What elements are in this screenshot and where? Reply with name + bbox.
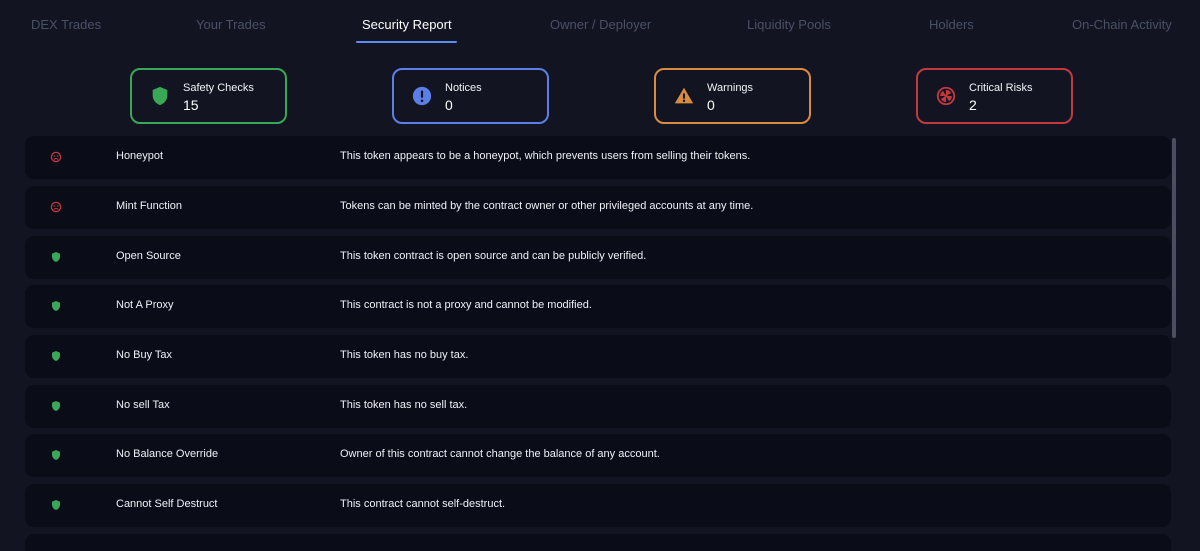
tab-your-trades[interactable]: Your Trades [196, 17, 266, 32]
check-row-partial[interactable] [25, 534, 1171, 551]
shield-icon [52, 351, 60, 361]
tab-liquidity-pools[interactable]: Liquidity Pools [747, 17, 831, 32]
shield-icon [152, 86, 168, 106]
warnings-label: Warnings [707, 82, 754, 94]
critical-risk-icon [50, 201, 62, 213]
check-row-mint-function[interactable]: Mint Function Tokens can be minted by th… [25, 186, 1171, 229]
notices-card[interactable]: Notices 0 [392, 68, 549, 124]
tab-on-chain-activity[interactable]: On-Chain Activity [1072, 17, 1172, 32]
check-description: This contract cannot self-destruct. [340, 498, 506, 510]
notices-count: 0 [445, 97, 453, 113]
check-row-no-balance-override[interactable]: No Balance Override Owner of this contra… [25, 434, 1171, 477]
shield-icon [52, 252, 60, 262]
security-report-page: DEX Trades Your Trades Security Report O… [0, 0, 1200, 551]
tab-owner-deployer[interactable]: Owner / Deployer [550, 17, 651, 32]
shield-icon [52, 500, 60, 510]
shield-icon [52, 401, 60, 411]
check-description: Owner of this contract cannot change the… [340, 448, 660, 460]
check-title: No Buy Tax [116, 349, 173, 361]
tab-dex-trades[interactable]: DEX Trades [31, 17, 101, 32]
check-title: No sell Tax [116, 399, 170, 411]
critical-risk-icon [50, 151, 62, 163]
check-title: Open Source [116, 250, 181, 262]
check-description: This token contract is open source and c… [340, 250, 647, 262]
check-row-no-buy-tax[interactable]: No Buy Tax This token has no buy tax. [25, 335, 1171, 378]
check-title: Not A Proxy [116, 299, 174, 311]
critical-risks-count: 2 [969, 97, 977, 113]
check-title: Cannot Self Destruct [116, 498, 218, 510]
check-row-open-source[interactable]: Open Source This token contract is open … [25, 236, 1171, 279]
shield-icon [52, 450, 60, 460]
info-icon [412, 86, 432, 106]
critical-risks-label: Critical Risks [969, 82, 1033, 94]
check-description: This contract is not a proxy and cannot … [340, 299, 592, 311]
safety-checks-label: Safety Checks [183, 82, 254, 94]
shield-icon [52, 301, 60, 311]
warnings-count: 0 [707, 97, 715, 113]
check-row-not-a-proxy[interactable]: Not A Proxy This contract is not a proxy… [25, 285, 1171, 328]
warning-icon [674, 87, 694, 104]
tab-security-report[interactable]: Security Report [362, 17, 452, 32]
radiation-icon [936, 86, 956, 106]
tab-bar: DEX Trades Your Trades Security Report O… [0, 0, 1200, 46]
security-checks-list: Honeypot This token appears to be a hone… [25, 136, 1171, 551]
check-description: Tokens can be minted by the contract own… [340, 200, 754, 212]
check-row-no-sell-tax[interactable]: No sell Tax This token has no sell tax. [25, 385, 1171, 428]
check-title: Mint Function [116, 200, 183, 212]
check-title: No Balance Override [116, 448, 219, 460]
check-description: This token has no sell tax. [340, 399, 468, 411]
check-row-honeypot[interactable]: Honeypot This token appears to be a hone… [25, 136, 1171, 179]
notices-label: Notices [445, 82, 482, 94]
active-tab-indicator [356, 41, 457, 43]
check-description: This token appears to be a honeypot, whi… [340, 150, 751, 162]
scrollbar-thumb[interactable] [1172, 138, 1176, 338]
check-row-cannot-self-destruct[interactable]: Cannot Self Destruct This contract canno… [25, 484, 1171, 527]
safety-checks-card[interactable]: Safety Checks 15 [130, 68, 287, 124]
tab-holders[interactable]: Holders [929, 17, 974, 32]
check-title: Honeypot [116, 150, 164, 162]
safety-checks-count: 15 [183, 97, 199, 113]
check-description: This token has no buy tax. [340, 349, 469, 361]
warnings-card[interactable]: Warnings 0 [654, 68, 811, 124]
critical-risks-card[interactable]: Critical Risks 2 [916, 68, 1073, 124]
